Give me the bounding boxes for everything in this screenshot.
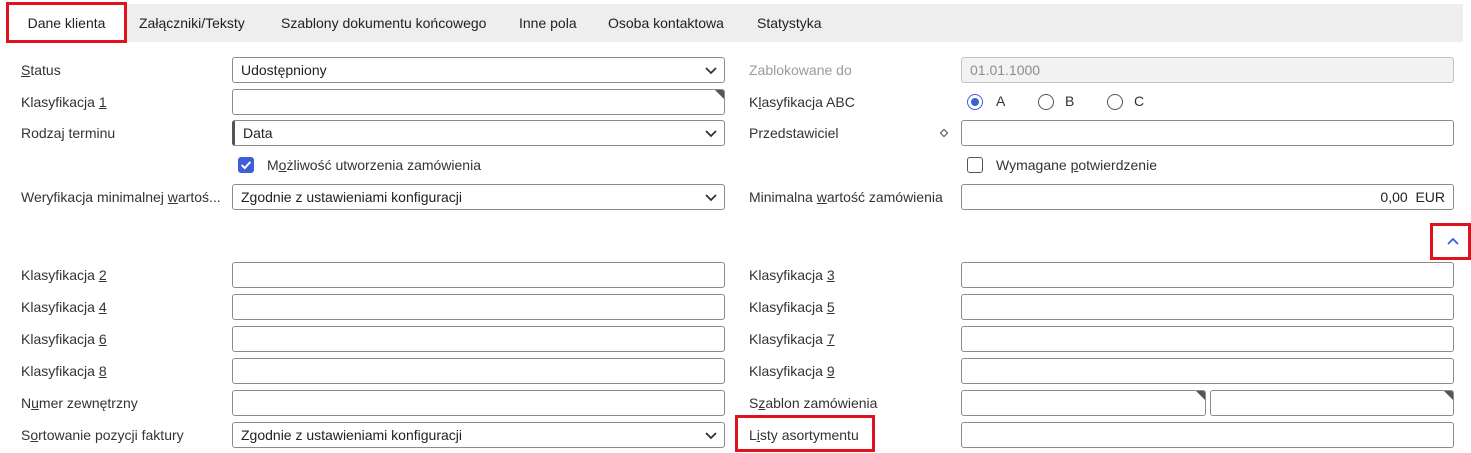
listy-asortymentu-input[interactable]: [961, 422, 1454, 448]
collapse-button[interactable]: [1435, 228, 1471, 258]
tab-zalaczniki-teksty[interactable]: Załączniki/Teksty: [139, 4, 245, 42]
tab-bar: Dane klienta Załączniki/Teksty Szablony …: [8, 4, 1463, 42]
weryfikacja-label: Weryfikacja minimalnej wartoś...: [21, 189, 221, 205]
chevron-down-icon: [705, 67, 717, 75]
klasyfikacja-1-input[interactable]: [232, 89, 725, 115]
required-diamond-icon: [939, 128, 949, 138]
przedstawiciel-label: Przedstawiciel: [749, 125, 839, 141]
klasyfikacja-8-label: Klasyfikacja 8: [21, 363, 107, 379]
minimalna-wartosc-input[interactable]: 0,00 EUR: [961, 184, 1454, 210]
klasyfikacja-3-label: Klasyfikacja 3: [749, 267, 835, 283]
wymagane-label: Wymagane potwierdzenie: [996, 157, 1157, 173]
tab-osoba-kontaktowa[interactable]: Osoba kontaktowa: [608, 4, 724, 42]
checkmark-icon: [240, 161, 252, 170]
zablokowane-input: 01.01.1000: [961, 57, 1454, 83]
status-select[interactable]: Udostępniony: [232, 57, 725, 83]
radio-c[interactable]: [1107, 94, 1123, 110]
listy-asortymentu-label[interactable]: Listy asortymentu: [749, 426, 859, 444]
szablon-zamowienia-input-2[interactable]: [1210, 390, 1454, 416]
rodzaj-terminu-label: Rodzaj terminu: [21, 125, 116, 141]
klasyfikacja-9-label: Klasyfikacja 9: [749, 363, 835, 379]
wymagane-checkbox[interactable]: [967, 157, 983, 173]
weryfikacja-select[interactable]: Zgodnie z ustawieniami konfiguracji: [232, 184, 725, 210]
klasyfikacja-8-input[interactable]: [232, 358, 725, 384]
chevron-up-icon: [1447, 237, 1459, 245]
klasyfikacja-7-input[interactable]: [961, 326, 1454, 352]
mozliwosc-label: Możliwość utworzenia zamówienia: [267, 157, 481, 173]
szablon-zamowienia-label: Szablon zamówienia: [749, 395, 878, 411]
klasyfikacja-5-label: Klasyfikacja 5: [749, 299, 835, 315]
radio-b-label: B: [1065, 93, 1075, 109]
klasyfikacja-9-input[interactable]: [961, 358, 1454, 384]
radio-a[interactable]: [967, 94, 983, 110]
zablokowane-label: Zablokowane do: [749, 62, 852, 78]
tab-inne-pola[interactable]: Inne pola: [519, 4, 577, 42]
klasyfikacja-2-label: Klasyfikacja 2: [21, 267, 107, 283]
klasyfikacja-abc-label: Klasyfikacja ABC: [749, 94, 855, 110]
minimalna-wartosc-label: Minimalna wartość zamówienia: [749, 189, 943, 205]
sortowanie-label: Sortowanie pozycji faktury: [21, 427, 184, 443]
chevron-down-icon: [705, 432, 717, 440]
rodzaj-terminu-select[interactable]: Data: [232, 120, 725, 146]
status-label: Status: [21, 62, 61, 78]
klasyfikacja-6-label: Klasyfikacja 6: [21, 331, 107, 347]
radio-b[interactable]: [1038, 94, 1054, 110]
lookup-corner-icon: [1444, 391, 1453, 400]
lookup-corner-icon: [715, 90, 724, 99]
radio-c-label: C: [1134, 93, 1145, 109]
tab-szablony-dokumentu[interactable]: Szablony dokumentu końcowego: [281, 4, 486, 42]
przedstawiciel-input[interactable]: [961, 120, 1454, 146]
klasyfikacja-7-label: Klasyfikacja 7: [749, 331, 835, 347]
chevron-down-icon: [705, 130, 717, 138]
sortowanie-select[interactable]: Zgodnie z ustawieniami konfiguracji: [232, 422, 725, 448]
currency-label: EUR: [1415, 189, 1445, 205]
mozliwosc-checkbox[interactable]: [238, 157, 254, 173]
klasyfikacja-5-input[interactable]: [961, 294, 1454, 320]
klasyfikacja-1-label: Klasyfikacja 1: [21, 94, 107, 110]
lookup-corner-icon: [1196, 391, 1205, 400]
tab-statystyka[interactable]: Statystyka: [757, 4, 822, 42]
klasyfikacja-2-input[interactable]: [232, 262, 725, 288]
klasyfikacja-6-input[interactable]: [232, 326, 725, 352]
numer-zewnetrzny-input[interactable]: [232, 390, 725, 416]
chevron-down-icon: [705, 194, 717, 202]
radio-a-label: A: [996, 93, 1006, 109]
szablon-zamowienia-input-1[interactable]: [961, 390, 1206, 416]
klasyfikacja-3-input[interactable]: [961, 262, 1454, 288]
klasyfikacja-4-label: Klasyfikacja 4: [21, 299, 107, 315]
numer-zewnetrzny-label: Numer zewnętrzny: [21, 395, 138, 411]
tab-dane-klienta[interactable]: Dane klienta: [8, 4, 125, 42]
klasyfikacja-4-input[interactable]: [232, 294, 725, 320]
